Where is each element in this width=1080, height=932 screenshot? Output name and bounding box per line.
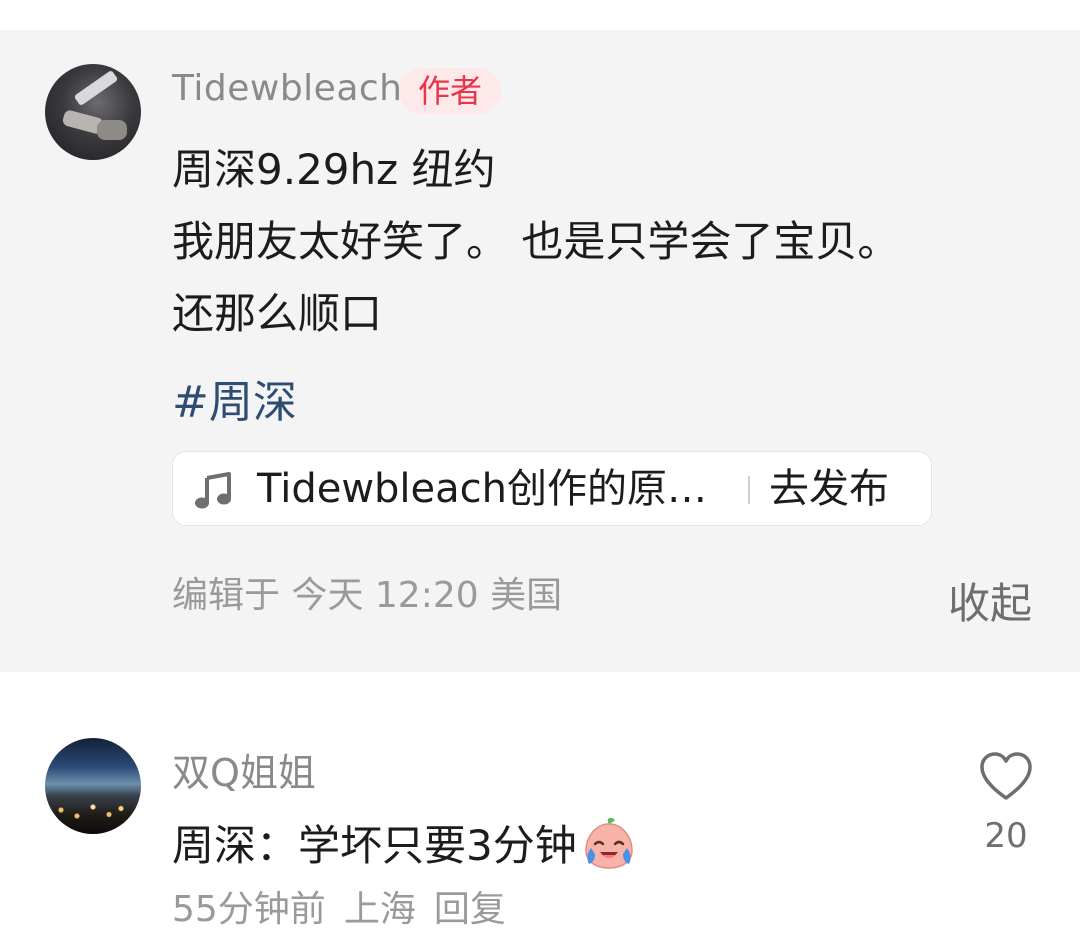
divider [748, 476, 750, 504]
post-body: 周深9.29hz 纽约 我朋友太好笑了。 也是只学会了宝贝。 还那么顺口 [172, 134, 1052, 350]
author-post: Tidewbleach 作者 周深9.29hz 纽约 我朋友太好笑了。 也是只学… [0, 30, 1080, 672]
commenter-avatar[interactable] [45, 738, 141, 834]
comment-location: 上海 [343, 889, 416, 930]
post-line: 周深9.29hz 纽约 [172, 145, 496, 194]
commenter-username[interactable]: 双Q姐姐 [172, 742, 316, 797]
author-badge: 作者 [399, 68, 501, 114]
comment-meta: 55分钟前 上海 回复 [172, 880, 524, 932]
reply-button[interactable]: 回复 [434, 889, 506, 930]
like-count: 20 [984, 816, 1028, 856]
comment-time: 55分钟前 [172, 889, 326, 930]
comment-text-content: 周深：学坏只要3分钟 [172, 821, 577, 870]
heart-outline-icon[interactable] [978, 750, 1034, 802]
edit-timestamp: 编辑于 今天 12:20 美国 [172, 575, 563, 616]
hashtag-link[interactable]: #周深 [172, 366, 297, 430]
original-sound-chip[interactable]: Tidewbleach创作的原… 去发布 [172, 451, 932, 526]
music-note-icon [195, 472, 231, 509]
avatar-detail [53, 798, 133, 828]
top-strip [0, 0, 1080, 30]
go-publish-button[interactable]: 去发布 [769, 452, 889, 527]
avatar-detail [97, 120, 127, 140]
crying-laughing-emoji-icon [584, 817, 633, 869]
sound-title[interactable]: Tidewbleach创作的原… [257, 452, 727, 527]
collapse-button[interactable]: 收起 [948, 570, 1032, 631]
post-line: 我朋友太好笑了。 也是只学会了宝贝。 [172, 217, 900, 266]
comment-text: 周深：学坏只要3分钟 [172, 812, 637, 873]
author-avatar[interactable] [45, 64, 141, 160]
author-username[interactable]: Tidewbleach [172, 68, 403, 109]
post-line: 还那么顺口 [172, 289, 383, 338]
avatar-detail [73, 69, 119, 107]
